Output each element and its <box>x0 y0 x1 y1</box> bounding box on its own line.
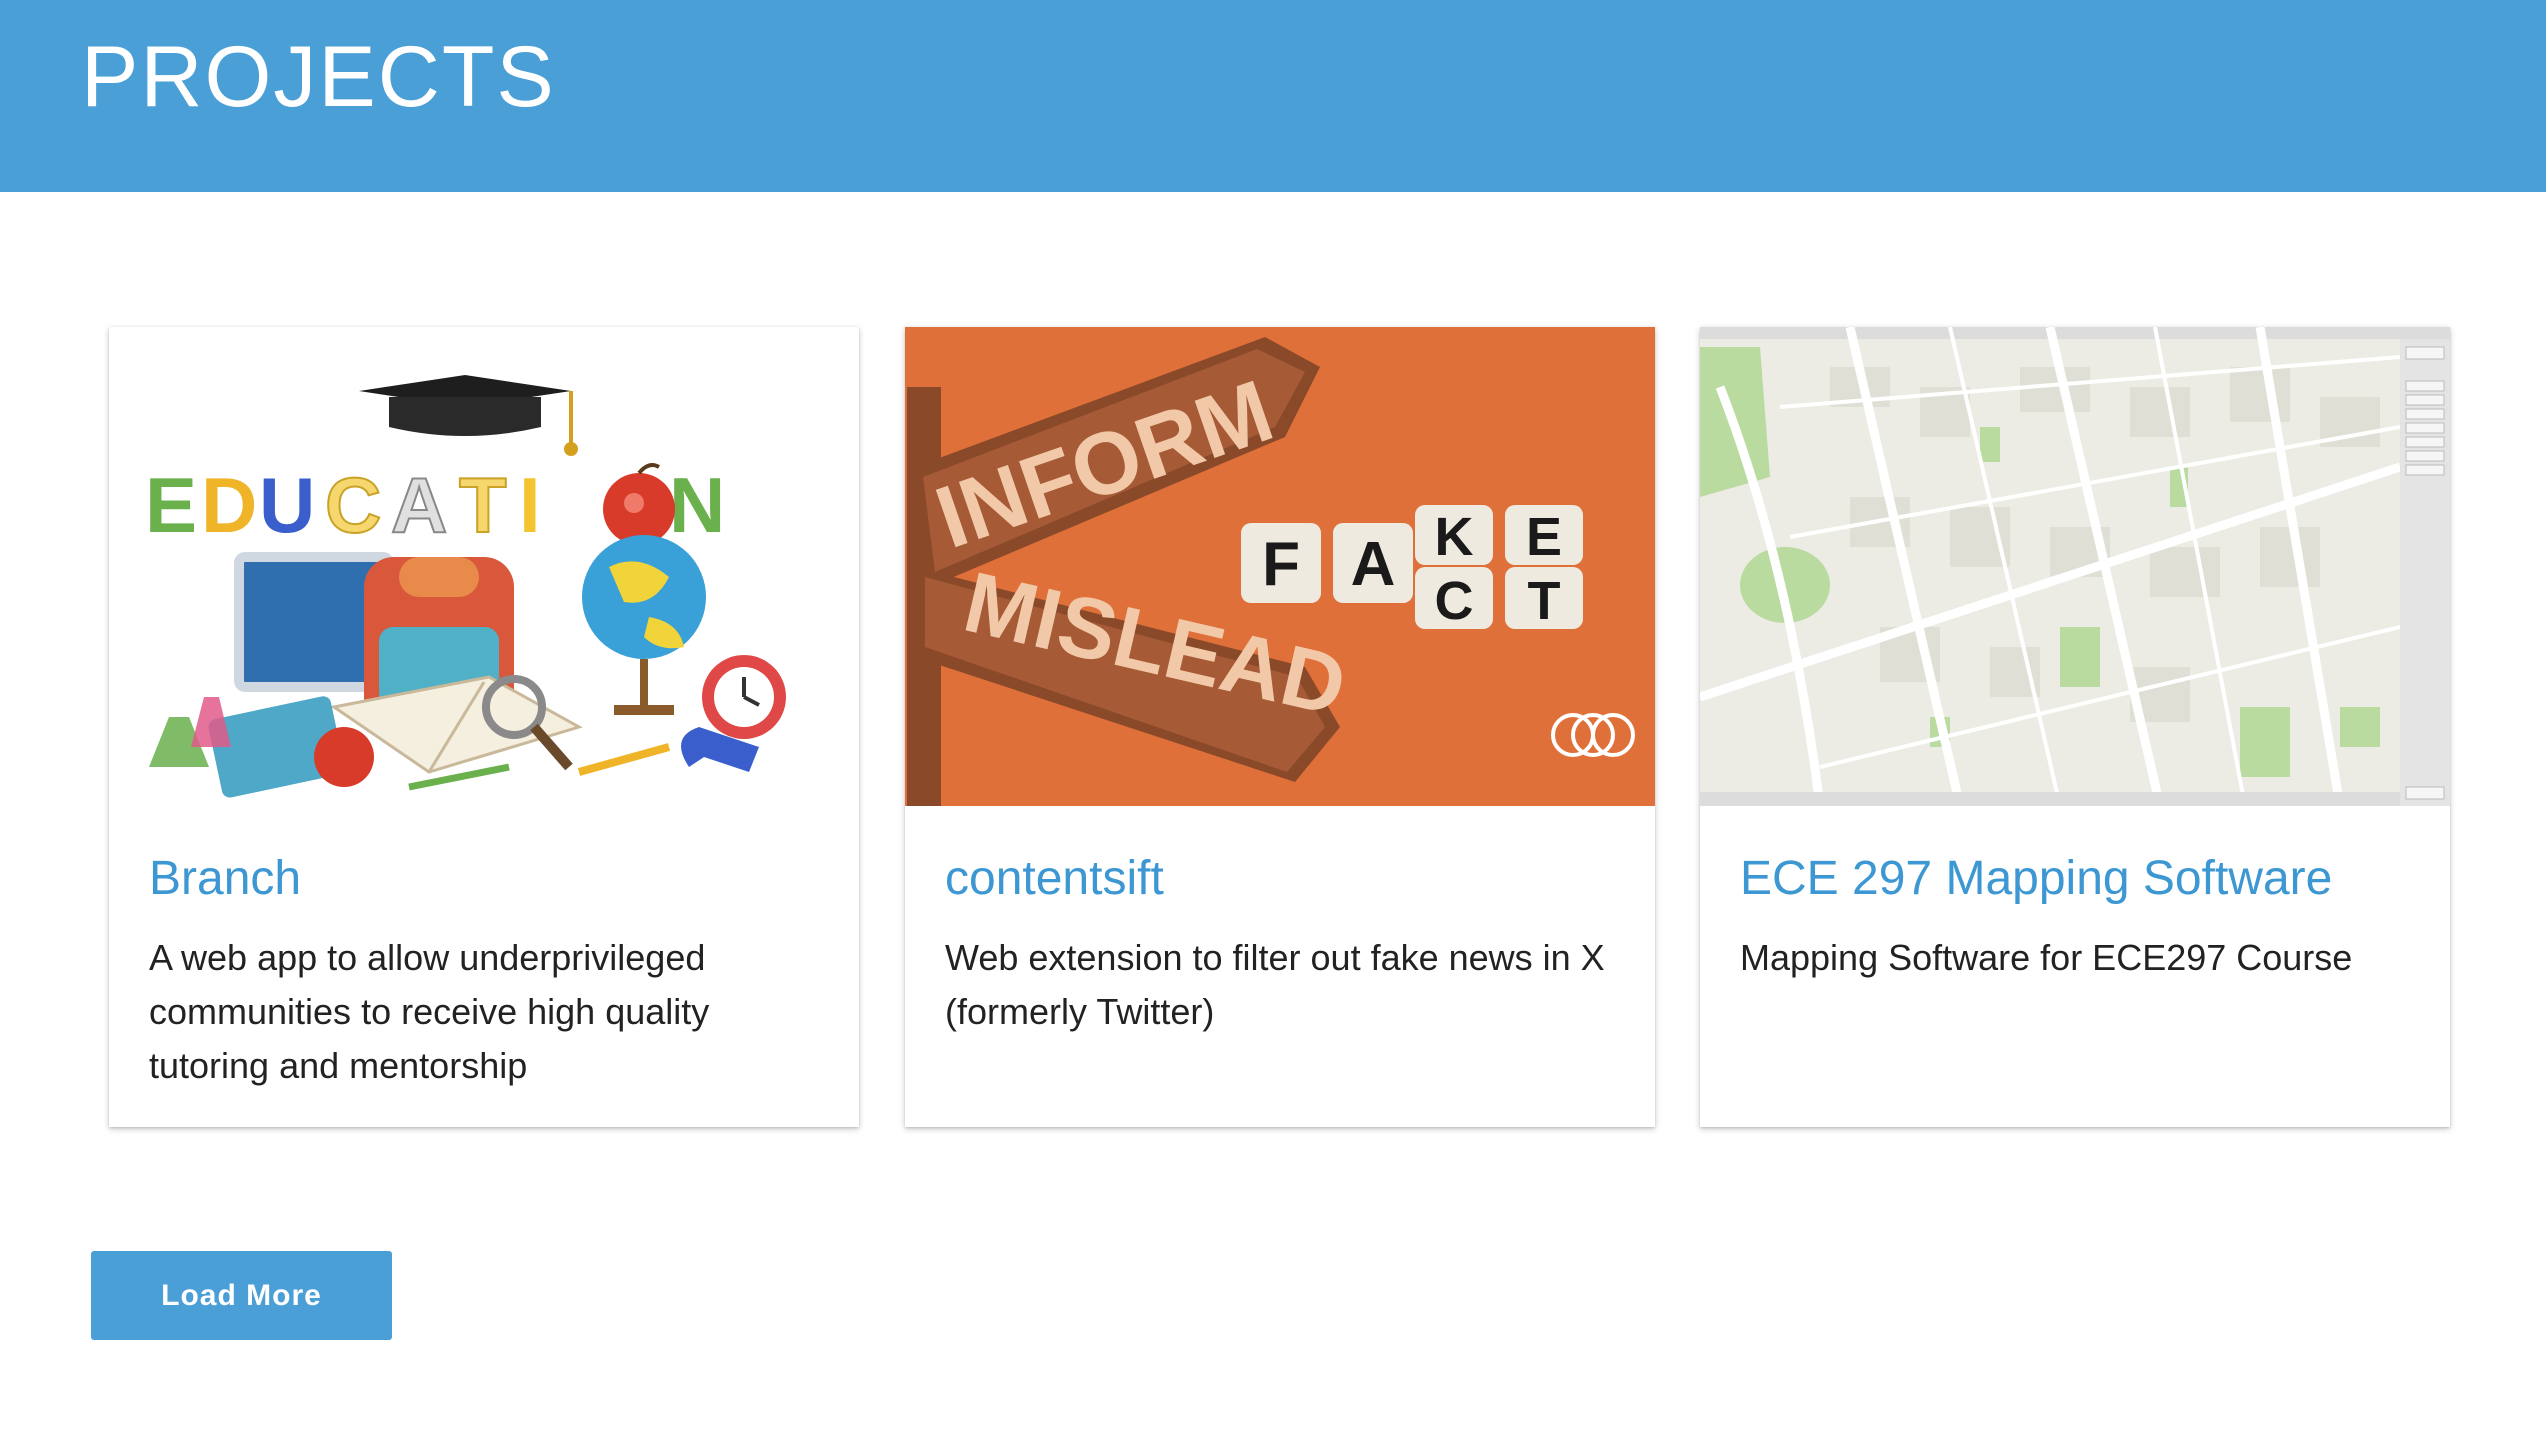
svg-text:D: D <box>201 461 257 549</box>
project-description: A web app to allow underprivileged commu… <box>149 937 710 1086</box>
map-screenshot-icon <box>1700 327 2450 806</box>
project-card-branch[interactable]: E D U C A T I N Branch A web app to allo… <box>109 327 859 1127</box>
svg-text:I: I <box>519 461 541 549</box>
dice-letter: K <box>1435 507 1474 567</box>
project-title[interactable]: ECE 297 Mapping Software <box>1740 852 2332 906</box>
project-description: Web extension to filter out fake news in… <box>945 937 1605 1032</box>
project-card-contentsift[interactable]: INFORM MISLEAD F A K E C T contentsift W… <box>905 327 1655 1127</box>
dice-letter: C <box>1435 571 1474 631</box>
svg-text:U: U <box>259 461 315 549</box>
dice-letter: T <box>1528 571 1561 631</box>
project-card-ece297[interactable]: ECE 297 Mapping Software Mapping Softwar… <box>1700 327 2450 1127</box>
svg-text:E: E <box>145 461 197 549</box>
svg-text:A: A <box>391 461 447 549</box>
svg-text:C: C <box>325 461 381 549</box>
signpost-illustration-icon: INFORM MISLEAD F A K E C T <box>905 327 1655 806</box>
project-title[interactable]: Branch <box>149 852 301 906</box>
dice-letter: E <box>1526 507 1562 567</box>
load-more-button[interactable]: Load More <box>91 1251 392 1340</box>
svg-text:T: T <box>459 461 507 549</box>
page-title: PROJECTS <box>81 29 556 125</box>
education-illustration-icon: E D U C A T I N <box>109 327 859 806</box>
project-description: Mapping Software for ECE297 Course <box>1740 937 2353 978</box>
dice-letter: F <box>1262 530 1300 599</box>
svg-text:N: N <box>669 461 725 549</box>
dice-letter: A <box>1351 530 1396 599</box>
page-header: PROJECTS <box>0 0 2546 192</box>
project-title[interactable]: contentsift <box>945 852 1164 906</box>
